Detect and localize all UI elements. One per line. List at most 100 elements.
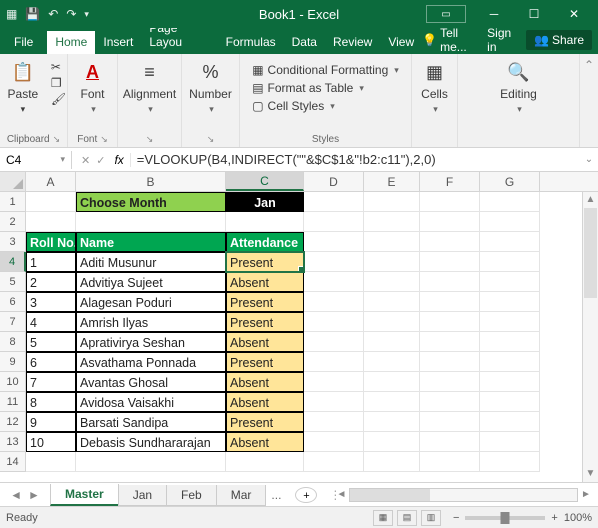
cut-icon[interactable]: ✂ <box>51 60 66 74</box>
attendance-cell[interactable]: Present <box>226 352 304 372</box>
cell[interactable] <box>420 432 480 452</box>
conditional-formatting-button[interactable]: ▦Conditional Formatting <box>250 62 401 78</box>
table-cell[interactable]: Debasis Sundhararajan <box>76 432 226 452</box>
cell[interactable] <box>364 272 420 292</box>
row-header[interactable]: 9 <box>0 352 26 372</box>
row-header[interactable]: 6 <box>0 292 26 312</box>
row-header[interactable]: 13 <box>0 432 26 452</box>
cell[interactable] <box>76 212 226 232</box>
cell[interactable] <box>304 252 364 272</box>
cell[interactable] <box>480 232 540 252</box>
worksheet-grid[interactable]: 1Choose MonthJan23Roll No.NameAttendance… <box>0 192 598 482</box>
sheet-nav-prev-icon[interactable]: ◄ <box>10 488 22 502</box>
cell[interactable] <box>420 292 480 312</box>
table-cell[interactable]: 7 <box>26 372 76 392</box>
column-header-C[interactable]: C <box>226 172 304 191</box>
table-cell[interactable]: Barsati Sandipa <box>76 412 226 432</box>
table-cell[interactable]: Aditi Musunur <box>76 252 226 272</box>
table-cell[interactable]: Advitiya Sujeet <box>76 272 226 292</box>
attendance-cell[interactable]: Present <box>226 412 304 432</box>
cell-styles-button[interactable]: ▢Cell Styles <box>250 98 401 114</box>
scroll-down-icon[interactable]: ▼ <box>583 466 598 482</box>
table-header[interactable]: Name <box>76 232 226 252</box>
tab-review[interactable]: Review <box>325 31 380 54</box>
enter-formula-icon[interactable]: ✓ <box>93 155 108 167</box>
cell[interactable] <box>420 252 480 272</box>
tab-insert[interactable]: Insert <box>95 31 141 54</box>
row-header[interactable]: 11 <box>0 392 26 412</box>
qat-dropdown-icon[interactable]: ▾ <box>84 9 89 20</box>
alignment-launcher-icon[interactable]: ↘ <box>146 134 154 145</box>
editing-group-button[interactable]: 🔍Editing <box>496 58 541 117</box>
attendance-cell[interactable]: Absent <box>226 372 304 392</box>
table-cell[interactable]: Amrish Ilyas <box>76 312 226 332</box>
cell[interactable] <box>364 212 420 232</box>
clipboard-launcher-icon[interactable]: ↘ <box>53 134 61 145</box>
cell[interactable] <box>420 212 480 232</box>
table-cell[interactable]: 2 <box>26 272 76 292</box>
cell[interactable] <box>304 192 364 212</box>
sheet-tab[interactable]: Jan <box>118 485 167 506</box>
cell[interactable] <box>420 272 480 292</box>
cell[interactable] <box>26 212 76 232</box>
cell[interactable] <box>304 412 364 432</box>
cell[interactable] <box>364 452 420 472</box>
cell[interactable] <box>480 412 540 432</box>
table-header[interactable]: Attendance <box>226 232 304 252</box>
column-header-E[interactable]: E <box>364 172 420 191</box>
close-button[interactable]: ✕ <box>554 0 594 28</box>
cell[interactable] <box>364 312 420 332</box>
cell[interactable] <box>480 432 540 452</box>
cell[interactable] <box>364 412 420 432</box>
page-layout-view-button[interactable]: ▤ <box>397 510 417 526</box>
cell[interactable] <box>480 392 540 412</box>
cell[interactable] <box>480 312 540 332</box>
cell[interactable] <box>480 252 540 272</box>
new-sheet-button[interactable]: + <box>295 487 317 503</box>
choose-month-label[interactable]: Choose Month <box>76 192 226 212</box>
sheet-tab[interactable]: Mar <box>216 485 267 506</box>
cell[interactable] <box>26 192 76 212</box>
maximize-button[interactable]: ☐ <box>514 0 554 28</box>
tab-view[interactable]: View <box>380 31 422 54</box>
column-header-A[interactable]: A <box>26 172 76 191</box>
alignment-group-button[interactable]: ≡Alignment <box>124 58 175 117</box>
cell[interactable] <box>304 312 364 332</box>
font-launcher-icon[interactable]: ↘ <box>100 134 108 145</box>
cell[interactable] <box>304 212 364 232</box>
fx-icon[interactable]: fx <box>114 153 123 167</box>
row-header[interactable]: 8 <box>0 332 26 352</box>
scroll-thumb[interactable] <box>584 208 597 298</box>
row-header[interactable]: 7 <box>0 312 26 332</box>
cell[interactable] <box>480 372 540 392</box>
tab-home[interactable]: Home <box>47 31 95 54</box>
sign-in-link[interactable]: Sign in <box>487 26 520 54</box>
cell[interactable] <box>304 332 364 352</box>
cell[interactable] <box>304 232 364 252</box>
sheet-tab-active[interactable]: Master <box>50 484 119 506</box>
row-header[interactable]: 5 <box>0 272 26 292</box>
table-cell[interactable]: 6 <box>26 352 76 372</box>
cell[interactable] <box>304 452 364 472</box>
cell[interactable] <box>364 292 420 312</box>
row-header[interactable]: 2 <box>0 212 26 232</box>
table-cell[interactable]: Avidosa Vaisakhi <box>76 392 226 412</box>
column-header-F[interactable]: F <box>420 172 480 191</box>
sheet-more-icon[interactable]: ... <box>265 488 287 502</box>
cell[interactable] <box>420 392 480 412</box>
collapse-ribbon-icon[interactable]: ⌃ <box>580 54 598 147</box>
row-header[interactable]: 1 <box>0 192 26 212</box>
scroll-up-icon[interactable]: ▲ <box>583 192 598 208</box>
minimize-button[interactable]: ─ <box>474 0 514 28</box>
cell[interactable] <box>420 352 480 372</box>
cell[interactable] <box>420 452 480 472</box>
number-launcher-icon[interactable]: ↘ <box>207 134 215 145</box>
cell[interactable] <box>304 352 364 372</box>
cell[interactable] <box>480 452 540 472</box>
format-as-table-button[interactable]: ▤Format as Table <box>250 80 401 96</box>
row-header[interactable]: 14 <box>0 452 26 472</box>
table-cell[interactable]: 8 <box>26 392 76 412</box>
attendance-cell[interactable]: Present <box>226 292 304 312</box>
cell[interactable] <box>226 452 304 472</box>
page-break-view-button[interactable]: ▥ <box>421 510 441 526</box>
